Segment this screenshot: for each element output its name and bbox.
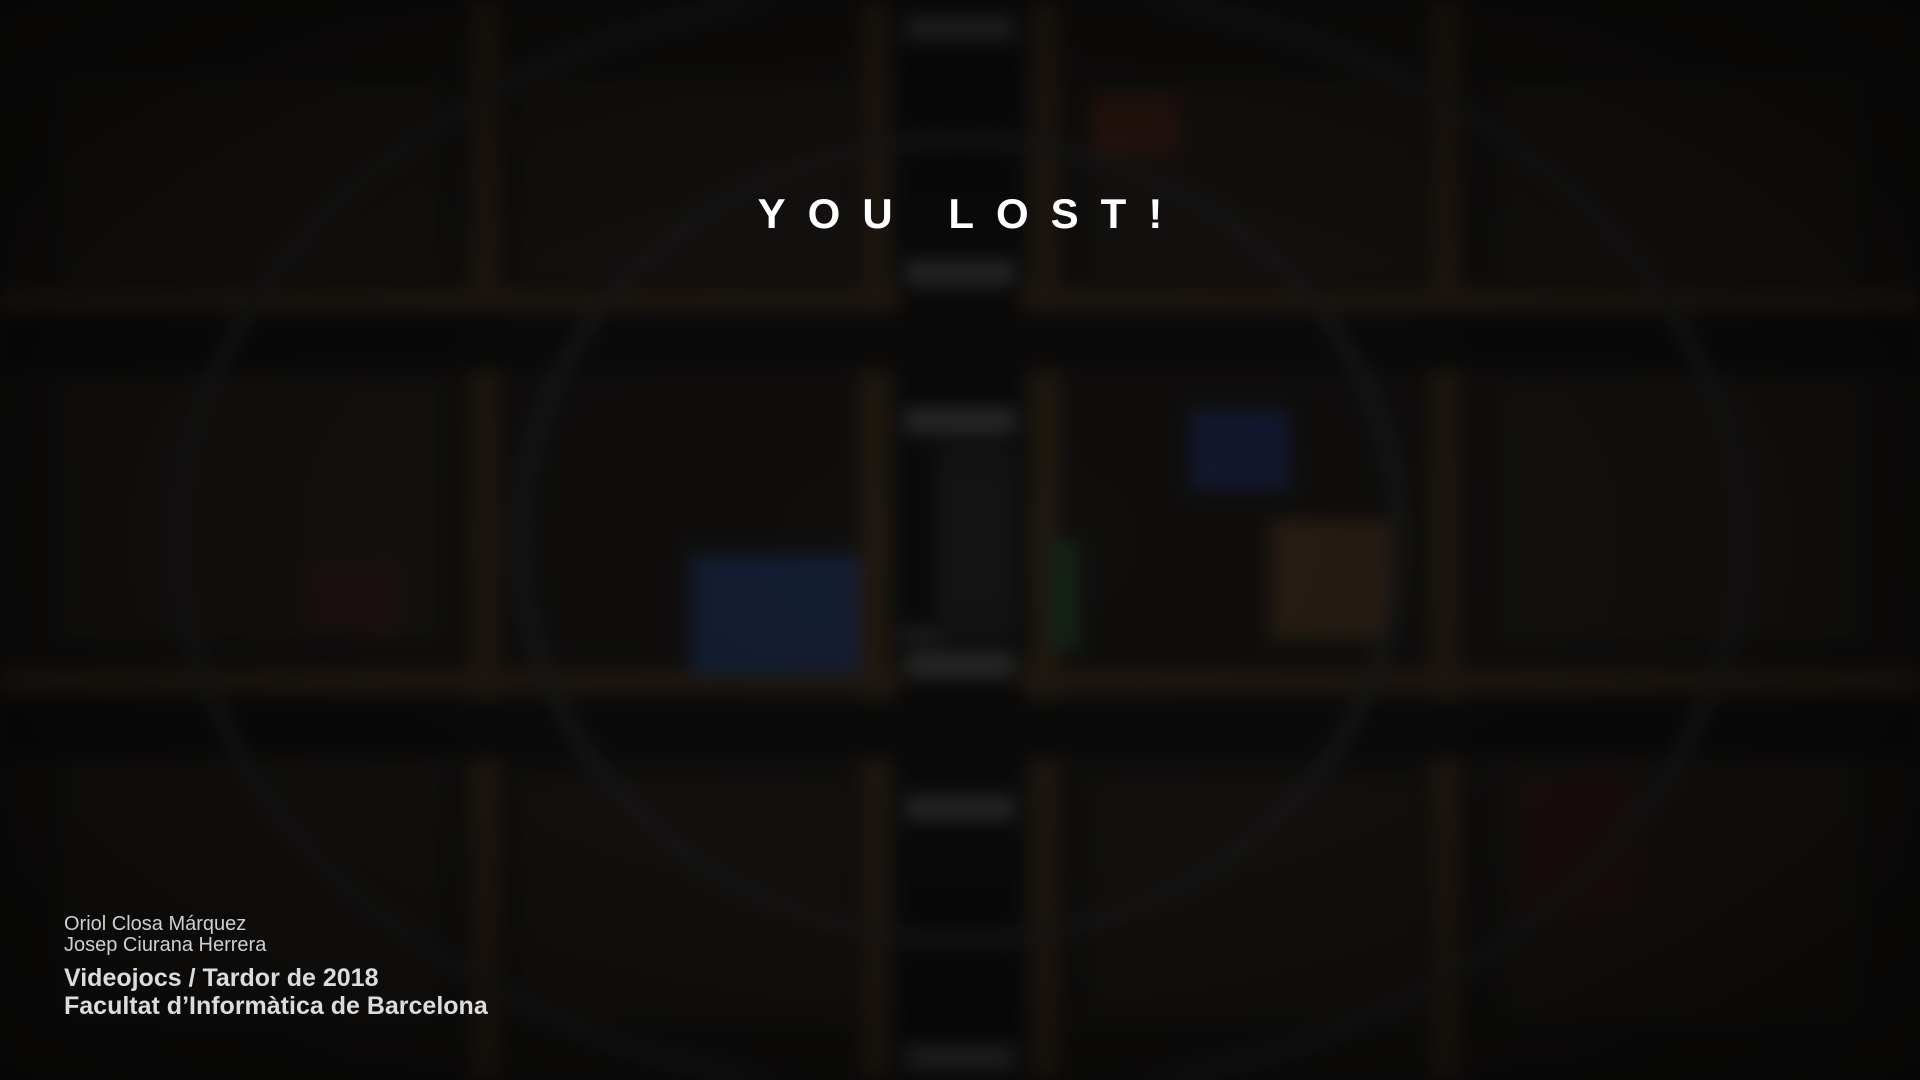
game-over-screen: YOU LOST! Oriol Closa Márquez Josep Ciur… [0, 0, 1920, 1080]
game-over-title: YOU LOST! [757, 190, 1185, 237]
course-label: Videojocs / Tardor de 2018 [64, 964, 379, 992]
author-name-2: Josep Ciurana Herrera [64, 934, 267, 956]
credits-block: Oriol Closa Márquez Josep Ciurana Herrer… [64, 913, 488, 1021]
author-name-1: Oriol Closa Márquez [64, 913, 247, 935]
faculty-label: Facultat d’Informàtica de Barcelona [64, 992, 488, 1020]
